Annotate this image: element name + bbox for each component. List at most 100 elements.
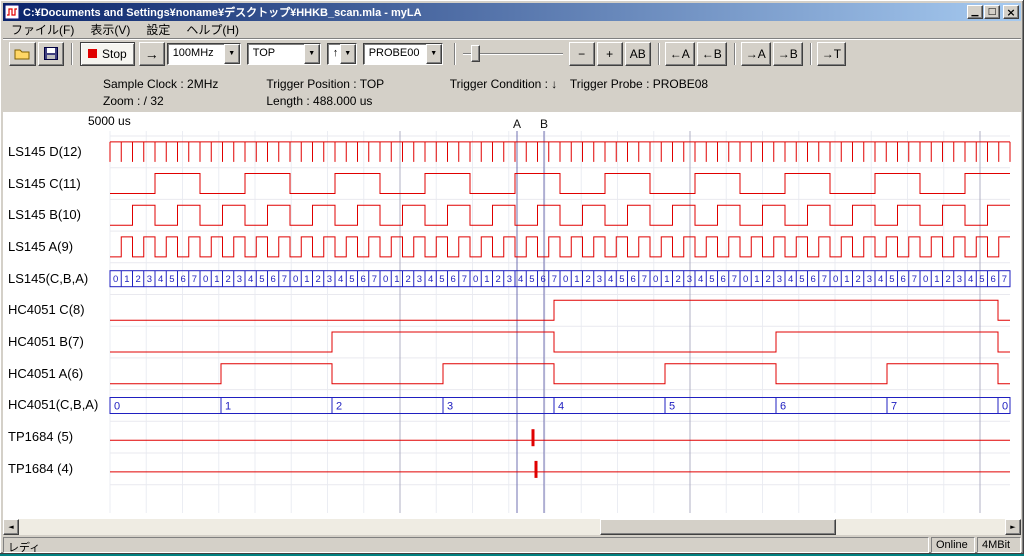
chevron-down-icon[interactable]: ▼ xyxy=(224,44,240,64)
trigger-position-info: Trigger Position : TOP xyxy=(266,77,446,91)
svg-text:3: 3 xyxy=(597,274,602,285)
svg-text:1: 1 xyxy=(664,274,669,285)
svg-text:7: 7 xyxy=(372,274,377,285)
svg-text:0: 0 xyxy=(203,274,208,285)
svg-text:4: 4 xyxy=(788,274,793,285)
jump-left-to-a-button[interactable]: ←A xyxy=(665,42,695,66)
trigger-probe-info: Trigger Probe : PROBE08 xyxy=(570,77,708,91)
svg-text:2: 2 xyxy=(675,274,680,285)
stop-button[interactable]: Stop xyxy=(80,42,135,66)
svg-text:7: 7 xyxy=(822,274,827,285)
zoom-slider-thumb[interactable] xyxy=(471,45,480,62)
zoom-slider[interactable] xyxy=(463,43,563,65)
svg-text:1: 1 xyxy=(754,274,759,285)
svg-text:4: 4 xyxy=(338,274,343,285)
open-file-button[interactable] xyxy=(9,42,36,66)
toolbar-separator xyxy=(734,43,736,65)
svg-text:7: 7 xyxy=(192,274,197,285)
ab-cursors-button[interactable]: AB xyxy=(625,42,651,66)
close-button[interactable]: × xyxy=(1003,5,1019,19)
menu-settings[interactable]: 設定 xyxy=(138,20,178,39)
svg-text:2: 2 xyxy=(315,274,320,285)
toolbar-separator xyxy=(454,43,456,65)
app-icon xyxy=(5,5,19,19)
svg-text:6: 6 xyxy=(990,274,995,285)
scrollbar-track[interactable] xyxy=(19,519,1005,535)
svg-text:3: 3 xyxy=(777,274,782,285)
svg-text:1: 1 xyxy=(484,274,489,285)
zoom-in-button[interactable]: + xyxy=(597,42,623,66)
trigger-probe-select[interactable]: PROBE00 ▼ xyxy=(363,43,443,65)
svg-text:5: 5 xyxy=(169,274,174,285)
zoom-out-button[interactable]: − xyxy=(569,42,595,66)
svg-text:5: 5 xyxy=(799,274,804,285)
svg-text:3: 3 xyxy=(507,274,512,285)
svg-text:4: 4 xyxy=(248,274,253,285)
jump-to-trigger-button[interactable]: →T xyxy=(817,42,846,66)
horizontal-scrollbar[interactable]: ◄ ► xyxy=(3,519,1021,535)
chevron-down-icon[interactable]: ▼ xyxy=(340,44,356,64)
channel-label: HC4051 C(8) xyxy=(8,302,85,318)
svg-text:0: 0 xyxy=(833,274,838,285)
waveform-canvas[interactable]: 0123456701234567012345670123456701234567… xyxy=(3,112,1021,519)
svg-text:5: 5 xyxy=(259,274,264,285)
length-info: Length : 488.000 us xyxy=(266,94,372,108)
run-button[interactable]: → xyxy=(139,42,165,66)
svg-text:2: 2 xyxy=(945,274,950,285)
zoom-info: Zoom : / 32 xyxy=(103,94,263,108)
svg-text:5: 5 xyxy=(889,274,894,285)
svg-text:2: 2 xyxy=(585,274,590,285)
maximize-button[interactable]: □ xyxy=(984,5,1000,19)
svg-text:5: 5 xyxy=(439,274,444,285)
svg-text:4: 4 xyxy=(968,274,973,285)
jump-left-to-b-button[interactable]: ←B xyxy=(697,42,727,66)
sample-rate-select[interactable]: 100MHz ▼ xyxy=(167,43,241,65)
channel-label: HC4051 A(6) xyxy=(8,366,83,382)
svg-text:3: 3 xyxy=(867,274,872,285)
svg-text:0: 0 xyxy=(114,401,120,413)
title-bar: C:¥Documents and Settings¥noname¥デスクトップ¥… xyxy=(3,3,1021,21)
menu-help[interactable]: ヘルプ(H) xyxy=(178,20,247,39)
toolbar-separator xyxy=(810,43,812,65)
svg-text:0: 0 xyxy=(743,274,748,285)
svg-text:4: 4 xyxy=(608,274,613,285)
minimize-button[interactable]: ▁ xyxy=(967,5,983,19)
svg-text:7: 7 xyxy=(282,274,287,285)
trigger-edge-select[interactable]: ↑ ▼ xyxy=(327,43,357,65)
svg-text:1: 1 xyxy=(124,274,129,285)
svg-text:1: 1 xyxy=(304,274,309,285)
chevron-down-icon[interactable]: ▼ xyxy=(304,44,320,64)
svg-text:1: 1 xyxy=(844,274,849,285)
trigger-position-select[interactable]: TOP ▼ xyxy=(247,43,321,65)
svg-text:1: 1 xyxy=(394,274,399,285)
save-button[interactable] xyxy=(38,42,64,66)
svg-text:1: 1 xyxy=(225,401,231,413)
svg-text:5: 5 xyxy=(529,274,534,285)
svg-text:7: 7 xyxy=(552,274,557,285)
floppy-disk-icon xyxy=(44,47,58,60)
svg-text:7: 7 xyxy=(732,274,737,285)
svg-text:2: 2 xyxy=(336,401,342,413)
svg-text:2: 2 xyxy=(225,274,230,285)
svg-text:6: 6 xyxy=(450,274,455,285)
jump-right-to-b-button[interactable]: →B xyxy=(773,42,803,66)
scroll-right-button[interactable]: ► xyxy=(1005,519,1021,535)
scrollbar-thumb[interactable] xyxy=(600,519,836,535)
menu-view[interactable]: 表示(V) xyxy=(82,20,138,39)
svg-text:5: 5 xyxy=(349,274,354,285)
svg-text:0: 0 xyxy=(563,274,568,285)
channel-label: HC4051(C,B,A) xyxy=(8,397,98,413)
jump-right-to-a-button[interactable]: →A xyxy=(741,42,771,66)
chevron-down-icon[interactable]: ▼ xyxy=(426,44,442,64)
svg-text:3: 3 xyxy=(417,274,422,285)
channel-label: LS145 C(11) xyxy=(8,176,81,192)
svg-text:5: 5 xyxy=(979,274,984,285)
trigger-probe-value: PROBE00 xyxy=(364,44,426,64)
info-panel: Sample Clock : 2MHz Trigger Position : T… xyxy=(3,68,1021,112)
scroll-left-button[interactable]: ◄ xyxy=(3,519,19,535)
svg-text:0: 0 xyxy=(383,274,388,285)
waveform-pane[interactable]: 5000 us A B 0123456701234567012345670123… xyxy=(3,112,1021,519)
stop-icon xyxy=(88,49,97,58)
menu-file[interactable]: ファイル(F) xyxy=(3,20,82,39)
svg-text:2: 2 xyxy=(405,274,410,285)
